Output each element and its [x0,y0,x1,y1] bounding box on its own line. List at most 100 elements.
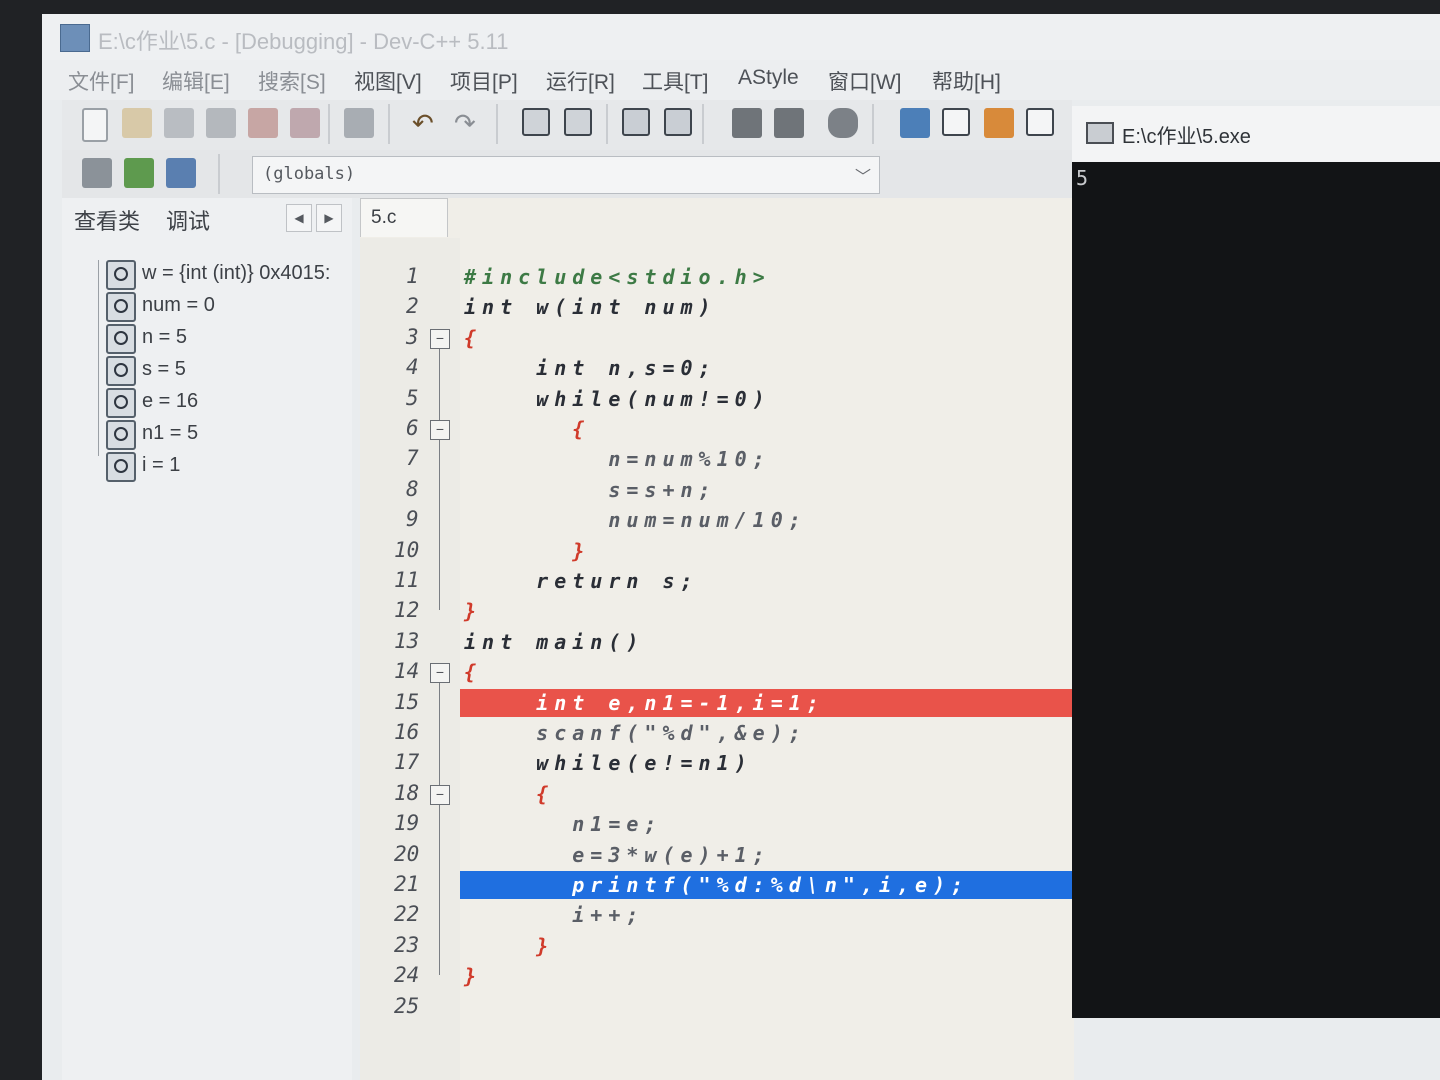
line-number[interactable]: 10 [394,538,419,562]
code-editor[interactable]: 5.c 1 #include<stdio.h> 2 int w(int num) 3−{… [360,198,1074,1080]
menu-tools[interactable]: 工具[T] [642,66,709,96]
watch-item[interactable]: i = 1 [106,452,346,482]
unindent-icon[interactable] [664,108,692,136]
line-number[interactable]: 19 [394,811,419,835]
menu-astyle[interactable]: AStyle [738,66,799,90]
line-number[interactable]: 5 [406,386,419,410]
replace-icon[interactable] [564,108,592,136]
bookmark-icon[interactable] [828,108,858,138]
code-line[interactable]: while(num!=0) [464,384,771,414]
code-line[interactable]: int e,n1=-1,i=1; [464,688,825,718]
line-number[interactable]: 8 [406,477,419,501]
menu-run[interactable]: 运行[R] [546,66,615,96]
tab-scroll-right-button[interactable]: ▶ [316,204,342,232]
line-number[interactable]: 12 [394,598,419,622]
line-number[interactable]: 14 [394,659,419,683]
line-number[interactable]: 4 [406,355,419,379]
line-number[interactable]: 23 [394,933,419,957]
console-title-bar[interactable]: E:\c作业\5.exe [1072,106,1440,162]
close-all-icon[interactable] [290,108,320,138]
menu-search[interactable]: 搜索[S] [258,66,326,96]
editor-tab-file[interactable]: 5.c [360,198,448,237]
line-number[interactable]: 18 [394,781,419,805]
tile-windows-icon[interactable] [1026,108,1054,136]
console-window[interactable]: E:\c作业\5.exe 5 [1072,106,1440,1018]
line-number[interactable]: 9 [406,507,419,531]
code-line[interactable]: { [464,323,482,353]
print-icon[interactable] [344,108,374,138]
code-line[interactable]: int main() [464,627,644,657]
code-line[interactable]: { [464,657,482,687]
fullscreen-icon[interactable] [942,108,970,136]
line-number[interactable]: 17 [394,750,419,774]
save-all-icon[interactable] [206,108,236,138]
line-number[interactable]: 6 [406,416,419,440]
code-line[interactable]: } [464,536,590,566]
code-line[interactable]: printf("%d:%d\n",i,e); [464,870,969,900]
undo-icon[interactable]: ↶ [412,108,442,138]
redo-icon[interactable]: ↷ [454,108,484,138]
fold-toggle[interactable]: − [430,328,450,349]
code-line[interactable]: int n,s=0; [464,353,717,383]
menu-file[interactable]: 文件[F] [68,66,135,96]
tab-debug[interactable]: 调试 [166,204,210,236]
menu-view[interactable]: 视图[V] [354,66,422,96]
close-file-icon[interactable] [248,108,278,138]
tab-scroll-left-button[interactable]: ◀ [286,204,312,232]
line-number[interactable]: 13 [394,629,419,653]
menu-window[interactable]: 窗口[W] [828,66,902,96]
line-number[interactable]: 15 [394,690,419,714]
save-icon[interactable] [164,108,194,138]
code-line[interactable]: while(e!=n1) [464,748,753,778]
code-line[interactable]: return s; [464,566,699,596]
line-number[interactable]: 1 [406,264,419,288]
code-line[interactable]: } [464,931,554,961]
code-line[interactable]: e=3*w(e)+1; [464,840,771,870]
goto-forward-icon[interactable] [774,108,804,138]
code-line[interactable]: { [464,414,590,444]
menu-edit[interactable]: 编辑[E] [162,66,230,96]
debug-icon[interactable] [166,158,196,188]
code-line[interactable]: i++; [464,900,644,930]
code-line[interactable]: #include<stdio.h> [464,262,771,292]
line-number[interactable]: 3 [406,325,419,349]
run-icon[interactable] [124,158,154,188]
menu-help[interactable]: 帮助[H] [932,66,1001,96]
watch-item[interactable]: num = 0 [106,292,346,322]
open-file-icon[interactable] [122,108,152,138]
line-number[interactable]: 24 [394,963,419,987]
watch-item[interactable]: w = {int (int)} 0x4015: [106,260,346,290]
watch-item[interactable]: n = 5 [106,324,346,354]
indent-icon[interactable] [622,108,650,136]
fold-toggle[interactable]: − [430,420,450,440]
line-number[interactable]: 21 [394,872,419,896]
watch-item[interactable]: s = 5 [106,356,346,386]
scope-selector[interactable]: (globals) ﹀ [252,156,880,194]
watch-item[interactable]: n1 = 5 [106,420,346,450]
new-file-icon[interactable] [82,108,108,142]
goto-back-icon[interactable] [732,108,762,138]
code-line[interactable]: int w(int num) [464,292,717,322]
code-line[interactable]: { [464,779,554,809]
line-number[interactable]: 16 [394,720,419,744]
compile-icon[interactable] [82,158,112,188]
class-browser-icon[interactable] [900,108,930,138]
code-line[interactable]: s=s+n; [464,475,717,505]
code-line[interactable]: scanf("%d",&e); [464,718,807,748]
find-icon[interactable] [522,108,550,136]
line-number[interactable]: 22 [394,902,419,926]
watch-item[interactable]: e = 16 [106,388,346,418]
code-line[interactable]: } [464,961,482,991]
line-number[interactable]: 11 [394,568,419,592]
code-line[interactable]: n1=e; [464,809,662,839]
tab-classes[interactable]: 查看类 [74,204,140,236]
code-line[interactable]: } [464,596,482,626]
line-number[interactable]: 25 [394,994,419,1018]
fold-toggle[interactable]: − [430,663,450,684]
fold-toggle[interactable]: − [430,784,450,805]
code-line[interactable]: n=num%10; [464,444,771,474]
line-number[interactable]: 7 [406,446,419,470]
code-line[interactable]: num=num/10; [464,505,807,535]
menu-project[interactable]: 项目[P] [450,66,518,96]
toolbar-toggle-icon[interactable] [984,108,1014,138]
